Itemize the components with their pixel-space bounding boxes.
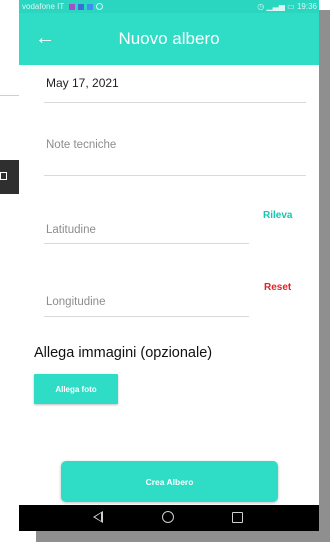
technical-notes-input[interactable]: Note tecniche: [46, 139, 116, 151]
latitude-underline: [44, 243, 249, 244]
attach-photo-button[interactable]: Allega foto: [34, 374, 118, 404]
latitude-input[interactable]: Latitudine: [46, 224, 96, 236]
attach-images-heading: Allega immagini (opzionale): [34, 345, 213, 361]
date-field[interactable]: May 17, 2021: [46, 76, 119, 90]
carrier-label: vodafone IT: [22, 0, 104, 13]
alarm-icon: ◷: [257, 2, 265, 11]
status-bar: vodafone IT ◷ ▁▃▅ ▭ 19:36: [19, 0, 319, 13]
app-icon: [87, 4, 94, 10]
carrier-name: vodafone IT: [22, 2, 65, 11]
mail-icon: [78, 4, 85, 10]
phone-screen: vodafone IT ◷ ▁▃▅ ▭ 19:36 ← Nuovo albero…: [19, 0, 319, 531]
nav-home-icon[interactable]: [162, 511, 174, 523]
longitude-underline: [44, 316, 249, 317]
technical-notes-underline: [44, 175, 306, 176]
background-square-icon: [0, 172, 7, 180]
page-title: Nuovo albero: [118, 29, 220, 48]
nav-recent-apps-icon[interactable]: [232, 512, 243, 523]
longitude-input[interactable]: Longitudine: [46, 296, 105, 308]
android-nav-bar: [19, 505, 319, 531]
reset-location-button[interactable]: Reset: [264, 282, 291, 293]
nav-back-icon[interactable]: [93, 511, 103, 523]
create-tree-button[interactable]: Crea Albero: [61, 461, 278, 502]
detect-location-button[interactable]: Rileva: [263, 210, 292, 221]
phone-shadow-bottom: [36, 530, 318, 542]
status-right: ◷ ▁▃▅ ▭ 19:36: [257, 0, 317, 13]
app-bar: ← Nuovo albero: [19, 13, 319, 65]
signal-icon: ▁▃▅: [266, 2, 285, 11]
date-field-underline: [44, 102, 306, 103]
battery-icon: ▭: [287, 2, 295, 11]
phone-shadow-right: [318, 10, 330, 542]
status-time: 19:36: [296, 2, 317, 11]
sync-icon: [96, 3, 104, 10]
notification-icon: [69, 4, 76, 10]
